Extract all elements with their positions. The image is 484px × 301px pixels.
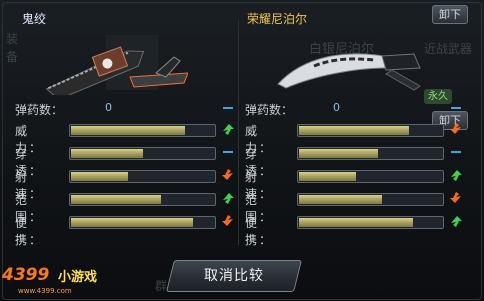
arrow-up-icon <box>223 193 234 204</box>
left-ammo-label: 弹药数： <box>15 103 64 117</box>
right-stats-panel: 弹药数： 0 威 力：穿 透：射 速：范 围：便 携： <box>245 100 470 247</box>
stat-bar <box>69 124 216 137</box>
left-weapon-image <box>45 35 188 95</box>
arrow-down-icon <box>222 169 233 180</box>
bg-group-label: 群 <box>155 279 168 293</box>
left-stat-row: 穿 透： <box>15 144 237 178</box>
stat-bar-fill <box>299 195 382 204</box>
stat-bar <box>69 147 216 160</box>
stat-bar <box>297 147 444 160</box>
stat-bar-fill <box>71 149 143 158</box>
equal-icon <box>451 151 461 153</box>
stat-bar-fill <box>71 172 128 181</box>
arrow-down-icon <box>450 192 461 203</box>
cancel-compare-label: 取消比较 <box>204 268 264 284</box>
right-stat-row: 穿 透： <box>245 144 467 178</box>
stat-bar-fill <box>71 126 185 135</box>
stat-bar <box>69 170 216 183</box>
right-stat-row: 便 携： <box>245 213 467 247</box>
arrow-up-icon <box>451 216 462 227</box>
equal-icon <box>223 107 233 109</box>
stat-bar <box>297 124 444 137</box>
cancel-compare-button[interactable]: 取消比较 <box>166 260 302 292</box>
equal-icon <box>223 151 233 153</box>
arrow-down-icon <box>222 215 233 226</box>
stat-bar-fill <box>299 218 413 227</box>
stat-bar <box>297 170 444 183</box>
stat-bar-fill <box>299 149 378 158</box>
left-ammo-value: 0 <box>105 101 112 114</box>
stat-bar-fill <box>71 218 193 227</box>
unequip-button-top[interactable]: 卸下 <box>432 5 468 24</box>
right-ammo-row: 弹药数： 0 <box>245 100 467 118</box>
stat-bar <box>297 193 444 206</box>
left-stat-row: 威 力： <box>15 121 237 155</box>
brand-logo-cn: 小游戏 <box>58 270 98 285</box>
bg-side-tab-1: 装 <box>6 32 19 46</box>
compare-window: { "left":{"weapon_name":"鬼绞","ammo_label… <box>0 0 484 301</box>
bg-side-tab-2: 备 <box>6 50 19 64</box>
right-stat-row: 范 围： <box>245 190 467 224</box>
right-weapon-name: 荣耀尼泊尔 <box>247 12 308 26</box>
right-ammo-label: 弹药数： <box>245 103 294 117</box>
stat-label: 便 携： <box>245 216 274 247</box>
brand-logo-url: www.4399.com <box>18 287 72 295</box>
stat-bar <box>297 216 444 229</box>
right-stat-row: 威 力： <box>245 121 467 155</box>
arrow-down-icon <box>450 123 461 134</box>
bg-category-label: 近战武器 <box>424 42 473 56</box>
stat-label: 便 携： <box>15 216 44 247</box>
stat-bar <box>69 193 216 206</box>
stat-bar <box>69 216 216 229</box>
left-weapon-name: 鬼绞 <box>22 12 47 26</box>
brand-logo: 4399 <box>2 265 50 285</box>
right-weapon-image <box>277 53 421 91</box>
stat-bar-fill <box>299 126 409 135</box>
left-stat-row: 射 速： <box>15 167 237 201</box>
left-stats-panel: 弹药数： 0 威 力：穿 透：射 速：范 围：便 携： <box>15 100 240 247</box>
right-stat-row: 射 速： <box>245 167 467 201</box>
left-stat-row: 便 携： <box>15 213 237 247</box>
equal-icon <box>451 107 461 109</box>
stat-bar-fill <box>299 172 356 181</box>
arrow-up-icon <box>223 124 234 135</box>
left-stat-row: 范 围： <box>15 190 237 224</box>
stat-bar-fill <box>71 195 161 204</box>
arrow-up-icon <box>451 170 462 181</box>
right-ammo-value: 0 <box>333 101 340 114</box>
left-ammo-row: 弹药数： 0 <box>15 100 237 118</box>
